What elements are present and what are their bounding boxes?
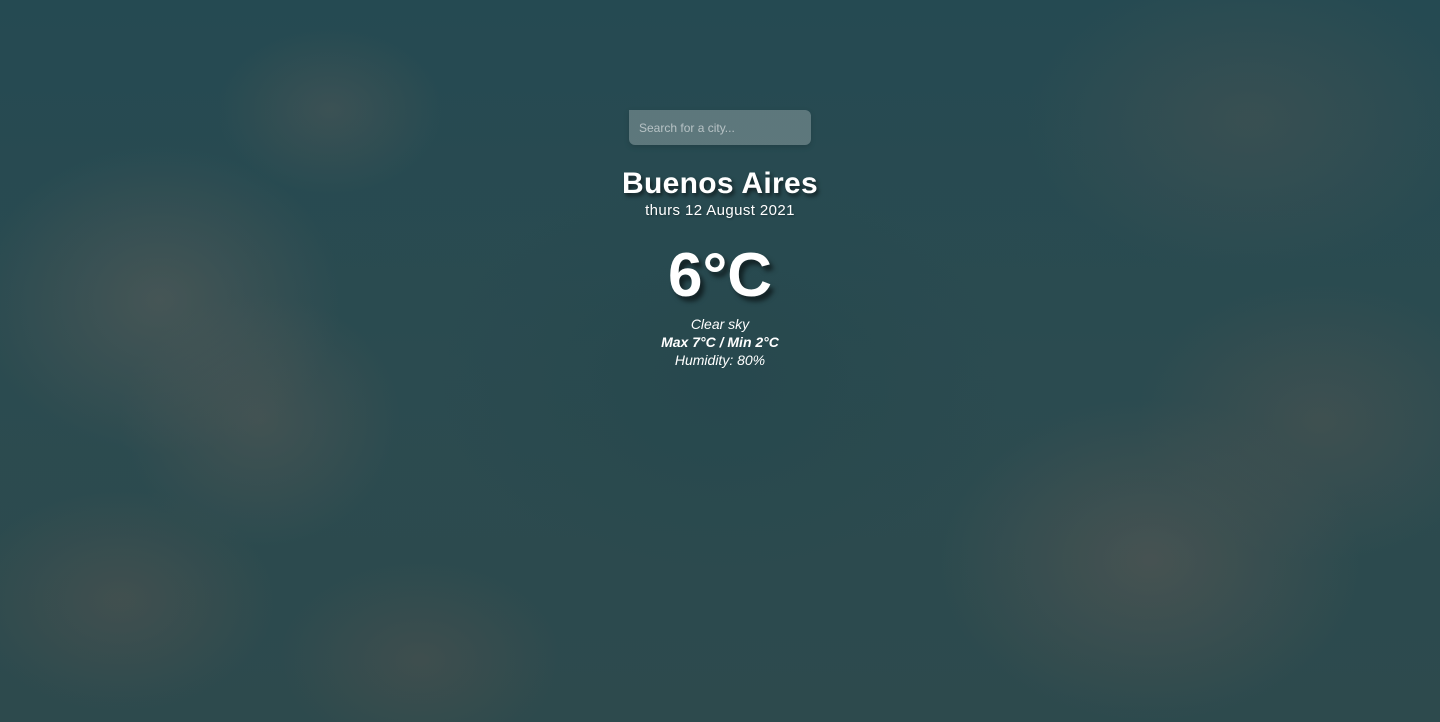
- max-min-temperature: Max 7°C / Min 2°C: [661, 334, 779, 350]
- temperature: 6°C: [667, 241, 773, 310]
- current-date: thurs 12 August 2021: [645, 202, 795, 219]
- city-name: Buenos Aires: [622, 167, 818, 200]
- humidity: Humidity: 80%: [674, 352, 766, 368]
- weather-description: Clear sky: [690, 316, 750, 332]
- weather-app: Buenos Aires thurs 12 August 2021 6°C Cl…: [0, 0, 1440, 722]
- city-search-input[interactable]: [629, 110, 811, 145]
